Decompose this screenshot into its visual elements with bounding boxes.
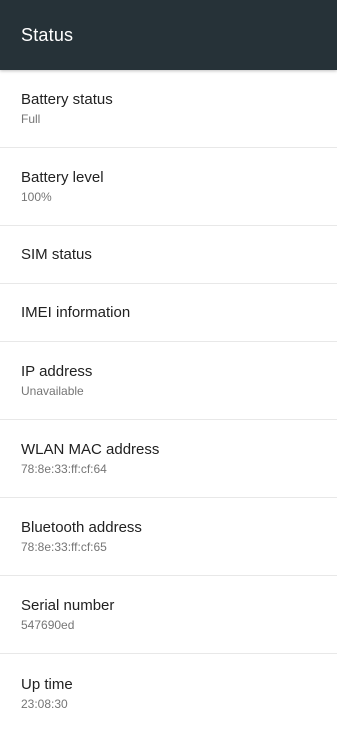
app-bar: Status xyxy=(0,0,337,70)
ip-address-value: Unavailable xyxy=(21,384,84,398)
imei-information-title: IMEI information xyxy=(21,304,131,321)
status-screen: Status Battery status Full Battery level… xyxy=(0,0,337,737)
wlan-mac-address-title: WLAN MAC address xyxy=(21,441,160,458)
sim-status-item[interactable]: SIM status xyxy=(0,226,337,284)
battery-status-title: Battery status xyxy=(21,91,113,108)
page-title: Status xyxy=(21,24,74,45)
wlan-mac-address-item[interactable]: WLAN MAC address 78:8e:33:ff:cf:64 xyxy=(0,420,337,498)
ip-address-item[interactable]: IP address Unavailable xyxy=(0,342,337,420)
serial-number-value: 547690ed xyxy=(21,618,75,632)
battery-status-item[interactable]: Battery status Full xyxy=(0,70,337,148)
up-time-value: 23:08:30 xyxy=(21,696,68,711)
battery-level-item[interactable]: Battery level 100% xyxy=(0,148,337,226)
bluetooth-address-title: Bluetooth address xyxy=(21,519,142,536)
up-time-title: Up time xyxy=(21,675,73,693)
status-list: Battery status Full Battery level 100% S… xyxy=(0,70,337,732)
serial-number-item[interactable]: Serial number 547690ed xyxy=(0,576,337,654)
serial-number-title: Serial number xyxy=(21,597,115,614)
sim-status-title: SIM status xyxy=(21,246,92,263)
battery-level-title: Battery level xyxy=(21,169,104,186)
battery-status-value: Full xyxy=(21,112,41,126)
bluetooth-address-value: 78:8e:33:ff:cf:65 xyxy=(21,540,107,554)
bluetooth-address-item[interactable]: Bluetooth address 78:8e:33:ff:cf:65 xyxy=(0,498,337,576)
battery-level-value: 100% xyxy=(21,190,52,204)
up-time-item[interactable]: Up time 23:08:30 xyxy=(0,654,337,732)
wlan-mac-address-value: 78:8e:33:ff:cf:64 xyxy=(21,462,107,476)
imei-information-item[interactable]: IMEI information xyxy=(0,284,337,342)
ip-address-title: IP address xyxy=(21,363,93,380)
